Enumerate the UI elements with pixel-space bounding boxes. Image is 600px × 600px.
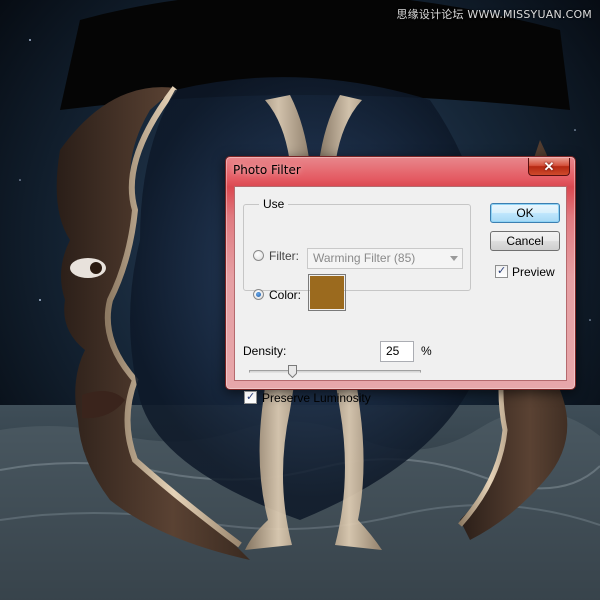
cancel-button[interactable]: Cancel <box>490 231 560 251</box>
color-label: Color: <box>269 288 302 302</box>
filter-label: Filter: <box>269 249 299 263</box>
color-swatch-fill <box>310 276 344 309</box>
preserve-luminosity-checkbox[interactable] <box>244 390 257 404</box>
filter-radio[interactable] <box>253 250 264 261</box>
density-slider-track[interactable] <box>249 370 421 373</box>
preview-checkbox[interactable] <box>495 264 508 278</box>
filter-select[interactable]: Warming Filter (85) <box>307 248 463 269</box>
density-label: Density: <box>243 344 287 358</box>
filter-select-value: Warming Filter (85) <box>313 251 416 265</box>
dialog-title: Photo Filter <box>233 163 301 177</box>
color-radio[interactable] <box>253 289 264 300</box>
preserve-luminosity-label: Preserve Luminosity <box>262 391 371 405</box>
close-button[interactable]: ✕ <box>528 158 570 176</box>
photo-filter-dialog: Photo Filter ✕ Use Filter: Warming Filte… <box>225 156 576 405</box>
density-input[interactable]: 25 <box>380 341 414 362</box>
ok-button[interactable]: OK <box>490 203 560 223</box>
preview-label: Preview <box>512 265 555 279</box>
close-icon: ✕ <box>543 159 555 174</box>
dialog-body: Use Filter: Warming Filter (85) Color: D… <box>234 186 567 405</box>
density-unit: % <box>421 344 432 358</box>
use-group-label: Use <box>259 197 289 211</box>
density-slider-thumb[interactable] <box>288 365 297 378</box>
color-swatch[interactable] <box>308 274 346 311</box>
watermark: 思缘设计论坛 WWW.MISSYUAN.COM <box>396 8 592 21</box>
title-bar[interactable]: Photo Filter ✕ <box>226 157 575 185</box>
chevron-down-icon <box>450 256 458 261</box>
